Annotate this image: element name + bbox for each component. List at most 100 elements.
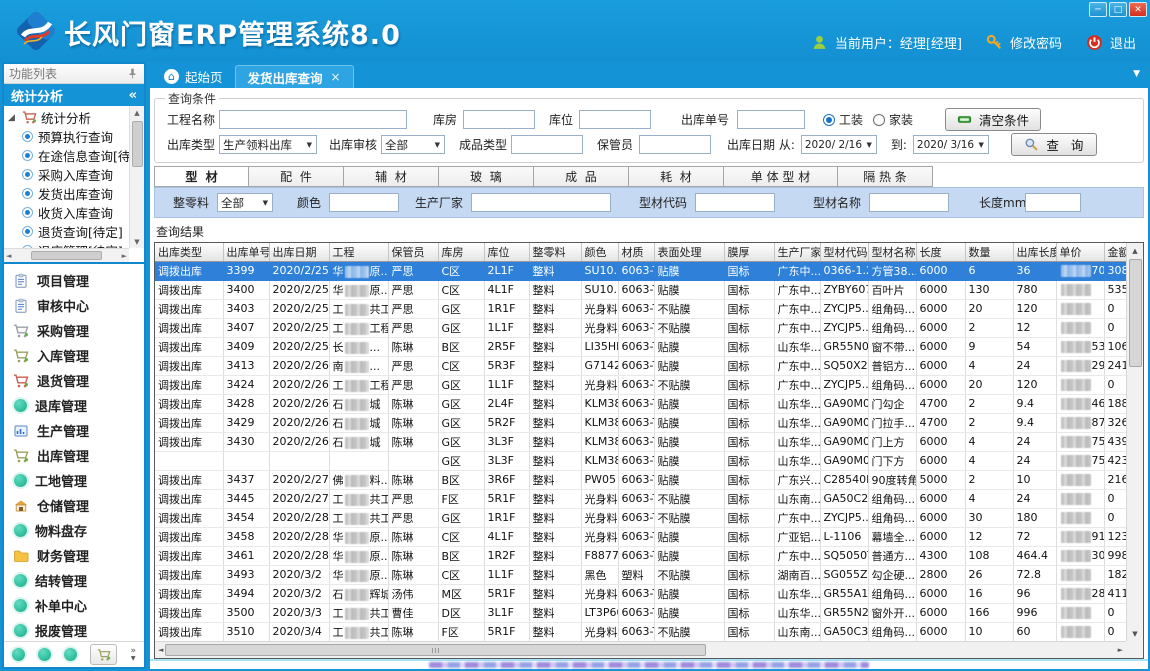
tree-item[interactable]: 发货出库查询 <box>8 184 129 203</box>
column-header[interactable]: 数量 <box>965 243 1013 261</box>
table-row[interactable]: 调拨出库34452020/2/27工共工程严思F区5R1F整料光身料6063-T… <box>155 489 1144 508</box>
tab-shipping-outbound-query[interactable]: 发货出库查询 × <box>235 65 354 88</box>
material-tab[interactable]: 单 体 型 材 <box>724 166 838 187</box>
project-name-input[interactable] <box>219 110 407 129</box>
column-header[interactable]: 单价 <box>1056 243 1104 261</box>
circle-icon[interactable] <box>12 648 25 661</box>
scroll-up-icon[interactable]: ▲ <box>134 106 139 119</box>
material-tab[interactable]: 成 品 <box>534 166 629 187</box>
audit-select[interactable]: 全部 ▼ <box>381 135 445 154</box>
tree-item[interactable]: 预算执行查询 <box>8 127 129 146</box>
sidebar-menu-item[interactable]: 财务管理 <box>4 543 144 568</box>
column-header[interactable]: 库位 <box>484 243 529 261</box>
sidebar-menu-item[interactable]: 仓储管理 <box>4 493 144 518</box>
table-row[interactable]: 调拨出库34302020/2/26石城陈琳G区3L3F整料KLM38176063… <box>155 432 1144 451</box>
tree-item[interactable]: 收货入库查询 <box>8 203 129 222</box>
scroll-right-icon[interactable]: ► <box>1118 646 1123 654</box>
statistics-section-header[interactable]: 统计分析 « <box>4 84 144 106</box>
tree-horizontal-scrollbar[interactable]: ◄ ► <box>4 248 129 262</box>
table-row[interactable]: 调拨出库34292020/2/26石城陈琳G区5R2F整料KLM38176063… <box>155 413 1144 432</box>
sidebar-menu-item[interactable]: 物料盘存 <box>4 518 144 543</box>
change-password-link[interactable]: 修改密码 <box>1010 33 1062 52</box>
column-header[interactable]: 膜厚 <box>724 243 774 261</box>
sidebar-menu-item[interactable]: 出库管理 <box>4 443 144 468</box>
table-row[interactable]: G区3L3F整料KLM38176063-T5贴膜国标山东华...GA90M09.… <box>155 451 1144 470</box>
column-header[interactable]: 出库长度 <box>1013 243 1056 261</box>
material-tab[interactable]: 型 材 <box>154 166 249 187</box>
collapse-icon[interactable]: « <box>129 88 137 103</box>
table-row[interactable]: 调拨出库34372020/2/27佛料...陈琳B区3R6F整料PW056063… <box>155 470 1144 489</box>
sidebar-menu-item[interactable]: 退货管理 <box>4 368 144 393</box>
column-header[interactable]: 生产厂家 <box>774 243 820 261</box>
profile-code-input[interactable] <box>695 193 775 212</box>
search-button[interactable]: 查 询 <box>1011 133 1097 156</box>
table-row[interactable]: 调拨出库34092020/2/25长...陈琳B区2R5F整料LI35HD606… <box>155 337 1144 356</box>
column-header[interactable]: 出库日期 <box>269 243 329 261</box>
table-row[interactable]: 调拨出库34932020/3/2华原...陈琳C区1L1F整料黑色塑料不贴膜国标… <box>155 565 1144 584</box>
table-row[interactable]: 调拨出库34282020/2/26石城陈琳G区2L4F整料KLM38176063… <box>155 394 1144 413</box>
table-row[interactable]: 调拨出库34942020/3/2石辉城汤伟M区5R1F整料光身料6063-T5贴… <box>155 584 1144 603</box>
table-row[interactable]: 调拨出库34612020/2/28华原...陈琳B区1R2F整料F8877FT6… <box>155 546 1144 565</box>
sidebar-menu-item[interactable]: 工地管理 <box>4 468 144 493</box>
maker-input[interactable] <box>471 193 611 212</box>
grid-horizontal-scrollbar[interactable]: ◄ ► <box>155 641 1126 658</box>
tree-expander-icon[interactable]: ◢ <box>8 113 18 123</box>
logout-link[interactable]: 退出 <box>1110 33 1136 52</box>
column-header[interactable]: 型材代码 <box>820 243 868 261</box>
radio-gongzhuang[interactable] <box>823 114 835 126</box>
whole-part-select[interactable]: 全部 ▼ <box>217 193 273 212</box>
scroll-down-icon[interactable]: ▼ <box>134 235 139 248</box>
scroll-thumb[interactable] <box>1129 259 1142 367</box>
scroll-thumb[interactable] <box>165 644 705 656</box>
table-row[interactable]: 调拨出库34542020/2/28工共工程严思G区1R1F整料光身料6063-T… <box>155 508 1144 527</box>
material-tab[interactable]: 隔 热 条 <box>838 166 933 187</box>
scroll-down-icon[interactable]: ▼ <box>1132 626 1137 641</box>
maximize-button[interactable]: □ <box>1109 2 1127 17</box>
sidebar-menu-item[interactable]: 结转管理 <box>4 568 144 593</box>
table-row[interactable]: 调拨出库33992020/2/25华原...严思C区2L1F整料SU10...6… <box>155 261 1144 280</box>
pin-icon[interactable] <box>126 67 139 80</box>
table-row[interactable]: 调拨出库34242020/2/26工工程严思G区1L1F整料光身料6063-T5… <box>155 375 1144 394</box>
sidebar-menu-item[interactable]: 审核中心 <box>4 293 144 318</box>
scroll-right-icon[interactable]: ► <box>122 252 127 260</box>
order-no-input[interactable] <box>737 110 805 129</box>
color-input[interactable] <box>329 193 399 212</box>
column-header[interactable]: 库房 <box>438 243 484 261</box>
tab-start-page[interactable]: ⌂ 起始页 <box>152 65 235 88</box>
tree-item[interactable]: 采购入库查询 <box>8 165 129 184</box>
minimize-button[interactable]: ─ <box>1089 2 1107 17</box>
sidebar-menu-item[interactable]: 退库管理 <box>4 393 144 418</box>
tree-vertical-scrollbar[interactable]: ▲ ▼ <box>129 106 144 248</box>
sidebar-menu-item[interactable]: 项目管理 <box>4 268 144 293</box>
column-header[interactable]: 表面处理 <box>654 243 724 261</box>
tree-root-node[interactable]: ◢ 统计分析 <box>8 108 129 127</box>
scroll-thumb[interactable] <box>31 251 101 260</box>
material-tab[interactable]: 辅 材 <box>344 166 439 187</box>
profile-name-input[interactable] <box>869 193 949 212</box>
column-header[interactable]: 材质 <box>618 243 654 261</box>
clear-conditions-button[interactable]: 清空条件 <box>945 108 1041 131</box>
table-row[interactable]: 调拨出库35102020/3/4工共工程陈琳F区5R1F整料光身料6063-T5… <box>155 622 1144 641</box>
radio-jiazhuang[interactable] <box>873 114 885 126</box>
material-tab[interactable]: 玻 璃 <box>439 166 534 187</box>
more-buttons-chevron[interactable]: »▼ <box>130 648 136 662</box>
column-header[interactable]: 颜色 <box>581 243 618 261</box>
product-type-input[interactable] <box>511 135 583 154</box>
out-type-select[interactable]: 生产领料出库 ▼ <box>219 135 317 154</box>
sidebar-menu-item[interactable]: 报废管理 <box>4 618 144 641</box>
column-header[interactable]: 工程 <box>329 243 388 261</box>
table-row[interactable]: 调拨出库34072020/2/25工工程严思G区1L1F整料光身料6063-T5… <box>155 318 1144 337</box>
column-header[interactable]: 出库单号 <box>223 243 269 261</box>
tree-item[interactable]: 在途信息查询[待 <box>8 146 129 165</box>
close-button[interactable]: ✕ <box>1129 2 1147 17</box>
table-row[interactable]: 调拨出库34132020/2/26南...严思C区5R3F整料G71422606… <box>155 356 1144 375</box>
keeper-input[interactable] <box>639 135 711 154</box>
scroll-up-icon[interactable]: ▲ <box>1132 243 1137 258</box>
location-input[interactable] <box>579 110 651 129</box>
length-input[interactable] <box>1025 193 1081 212</box>
sidebar-menu-item[interactable]: 入库管理 <box>4 343 144 368</box>
material-tab[interactable]: 耗 材 <box>629 166 724 187</box>
table-row[interactable]: 调拨出库35002020/3/3工共工程曹佳D区3L1F整料LT3P606063… <box>155 603 1144 622</box>
tree-item[interactable]: 退库管理[待定] <box>8 241 129 248</box>
column-header[interactable]: 保管员 <box>388 243 438 261</box>
